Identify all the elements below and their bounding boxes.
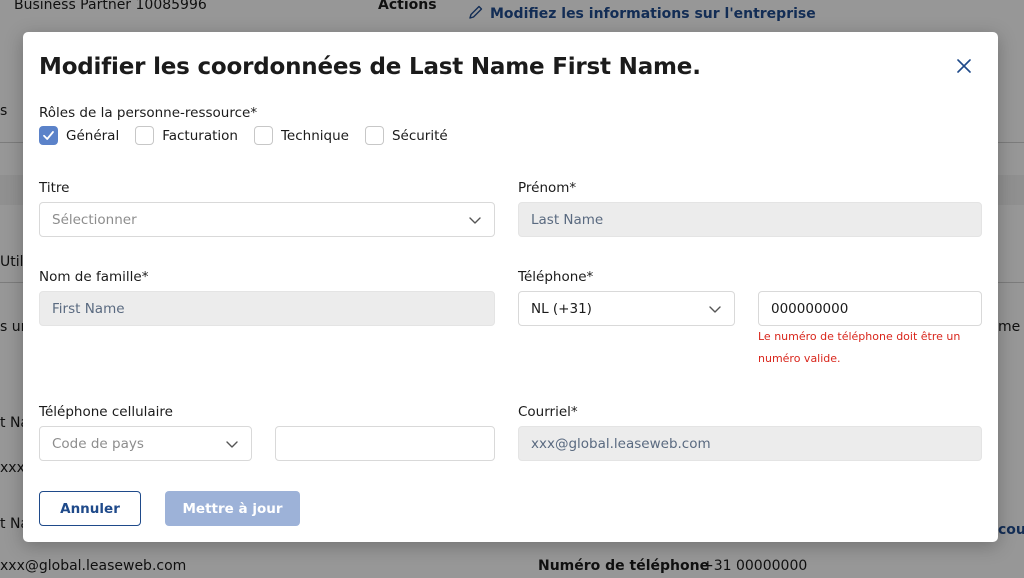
edit-contact-modal: Modifier les coordonnées de Last Name Fi… xyxy=(23,32,998,542)
telephone-number-value: 000000000 xyxy=(771,300,849,317)
role-label: Technique xyxy=(280,127,349,144)
cellulaire-country-placeholder: Code de pays xyxy=(52,435,144,452)
nom-input: First Name xyxy=(39,291,495,326)
role-securite[interactable]: Sécurité xyxy=(364,126,448,145)
role-general[interactable]: Général xyxy=(39,126,119,145)
nom-value: First Name xyxy=(52,300,125,317)
courriel-value: xxx@global.leaseweb.com xyxy=(531,435,711,452)
roles-label: Rôles de la personne-ressource* xyxy=(39,105,258,121)
checkbox-general[interactable] xyxy=(39,126,58,145)
role-technique[interactable]: Technique xyxy=(253,126,349,145)
prenom-label: Prénom* xyxy=(518,180,577,196)
cellulaire-number-input[interactable] xyxy=(275,426,495,461)
role-facturation[interactable]: Facturation xyxy=(135,126,238,145)
telephone-country-value: NL (+31) xyxy=(531,300,592,317)
nom-label: Nom de famille* xyxy=(39,269,149,285)
chevron-down-icon xyxy=(709,306,721,313)
telephone-label: Téléphone* xyxy=(518,269,594,285)
close-icon xyxy=(957,58,971,77)
telephone-country-select[interactable]: NL (+31) xyxy=(518,291,735,326)
chevron-down-icon xyxy=(226,441,238,448)
checkbox-facturation[interactable] xyxy=(135,126,155,145)
checkbox-securite[interactable] xyxy=(364,126,384,145)
modal-title: Modifier les coordonnées de Last Name Fi… xyxy=(39,54,701,80)
checkbox-technique[interactable] xyxy=(253,126,273,145)
close-button[interactable] xyxy=(953,56,975,78)
role-label: Général xyxy=(66,127,120,144)
chevron-down-icon xyxy=(469,217,481,224)
telephone-number-input[interactable]: 000000000 xyxy=(758,291,982,326)
prenom-input: Last Name xyxy=(518,202,982,237)
courriel-input: xxx@global.leaseweb.com xyxy=(518,426,982,461)
cellulaire-label: Téléphone cellulaire xyxy=(39,404,173,420)
prenom-value: Last Name xyxy=(531,211,604,228)
cancel-button[interactable]: Annuler xyxy=(39,491,141,526)
courriel-label: Courriel* xyxy=(518,404,578,420)
checkmark-icon xyxy=(43,131,54,140)
role-label: Sécurité xyxy=(391,127,448,144)
telephone-error-message: Le numéro de téléphone doit être un numé… xyxy=(758,330,961,365)
update-button[interactable]: Mettre à jour xyxy=(165,491,300,526)
titre-label: Titre xyxy=(39,180,70,196)
cellulaire-country-select[interactable]: Code de pays xyxy=(39,426,252,461)
titre-select[interactable]: Sélectionner xyxy=(39,202,495,237)
role-label: Facturation xyxy=(162,127,238,144)
titre-placeholder: Sélectionner xyxy=(52,211,137,228)
roles-group: Général Facturation Technique Sécurité xyxy=(39,126,464,145)
